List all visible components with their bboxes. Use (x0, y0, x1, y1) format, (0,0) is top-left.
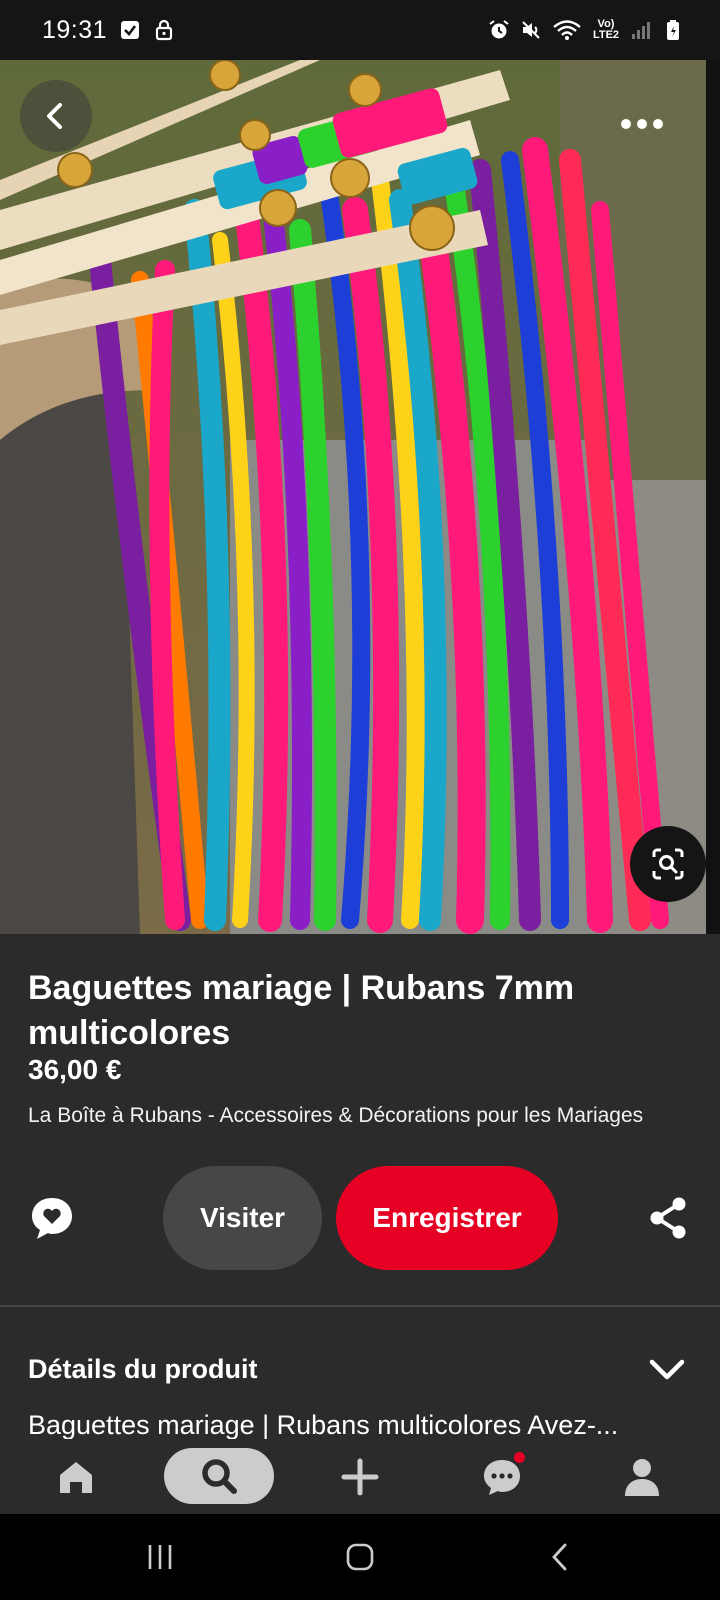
visit-button[interactable]: Visiter (163, 1166, 322, 1270)
status-bar: 19:31 Vo) LTE2 (0, 0, 720, 60)
chevron-left-icon (47, 103, 62, 129)
product-details-preview: Baguettes mariage | Rubans multicolores … (28, 1410, 619, 1439)
nav-profile[interactable] (616, 1439, 668, 1514)
nav-messages[interactable] (476, 1439, 528, 1514)
signal-icon (632, 22, 650, 39)
profile-icon (625, 1458, 659, 1496)
lock-icon (155, 19, 173, 41)
ribbon-wands-illustration (0, 60, 706, 934)
mute-icon (522, 21, 540, 39)
section-divider (0, 1305, 720, 1307)
visual-search-button[interactable] (630, 826, 706, 902)
product-price: 36,00 € (28, 1054, 122, 1085)
back-system-button[interactable] (540, 1514, 580, 1600)
chat-heart-icon (32, 1198, 72, 1239)
product-image[interactable] (0, 60, 706, 934)
alarm-icon (489, 20, 509, 39)
save-button[interactable]: Enregistrer (336, 1166, 558, 1270)
home-icon (60, 1461, 92, 1493)
system-navigation-bar (0, 1514, 720, 1600)
home-system-icon (346, 1543, 374, 1571)
wifi-icon (553, 20, 581, 40)
search-icon (202, 1459, 237, 1494)
recent-apps-button[interactable] (140, 1514, 180, 1600)
messages-icon (484, 1459, 520, 1495)
back-system-icon (552, 1543, 567, 1571)
check-notification-icon (121, 21, 140, 39)
share-button[interactable] (648, 1196, 688, 1240)
nav-search[interactable] (164, 1448, 274, 1504)
nav-create[interactable] (334, 1439, 386, 1514)
chevron-down-icon (649, 1359, 685, 1380)
comment-button[interactable] (28, 1194, 76, 1242)
share-icon (650, 1197, 686, 1239)
more-options-button[interactable] (612, 104, 672, 144)
plus-icon (341, 1458, 379, 1495)
product-title: Baguettes mariage | Rubans 7mm multicolo… (28, 969, 575, 1052)
back-button[interactable] (20, 80, 92, 152)
lens-search-icon (652, 848, 684, 880)
bottom-navigation (0, 1439, 720, 1514)
battery-icon (667, 20, 679, 40)
product-info-panel: Baguettes mariage | Rubans 7mm multicolo… (0, 934, 720, 1439)
status-time: 19:31 (42, 15, 108, 44)
product-details-header[interactable]: Détails du produit (28, 1354, 258, 1385)
expand-details-button[interactable] (648, 1356, 686, 1384)
network-label: Vo) LTE2 (592, 18, 620, 41)
more-dot (653, 119, 663, 129)
merchant-name[interactable]: La Boîte à Rubans - Accessoires & Décora… (28, 1104, 643, 1128)
nav-home[interactable] (50, 1439, 102, 1514)
more-dot (637, 119, 647, 129)
home-system-button[interactable] (337, 1514, 383, 1600)
more-dot (621, 119, 631, 129)
notification-badge (514, 1452, 525, 1463)
action-bar: Visiter Enregistrer (0, 1164, 720, 1274)
recent-apps-icon (148, 1545, 172, 1569)
